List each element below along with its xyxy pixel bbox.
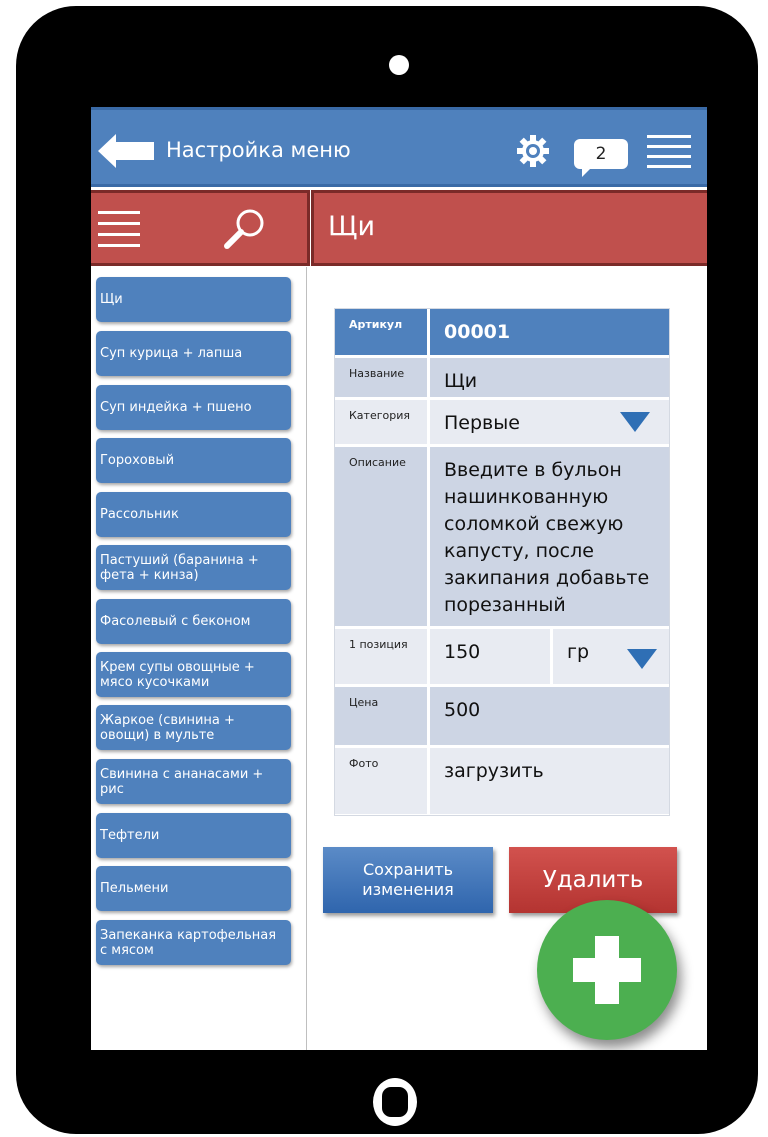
list-item[interactable]: Суп индейка + пшено [96,385,291,430]
unit-select[interactable]: гр [553,629,669,684]
gear-icon[interactable] [516,134,550,168]
unit-value: гр [567,641,590,663]
notifications-badge[interactable]: 2 [574,139,628,177]
portion-row: 1 позиция 150 гр [335,629,669,684]
top-bar: Настройка меню 2 [91,107,707,187]
upload-photo-link[interactable]: загрузить [430,748,669,814]
sidebar-header [91,190,310,266]
panel-divider [306,267,307,1050]
list-item[interactable]: Суп курица + лапша [96,331,291,376]
list-item[interactable]: Фасолевый с беконом [96,599,291,644]
list-item[interactable]: Запеканка картофельная с мясом [96,920,291,965]
list-item[interactable]: Гороховый [96,438,291,483]
category-value: Первые [444,412,520,434]
add-button[interactable] [537,900,677,1040]
list-item[interactable]: Тефтели [96,813,291,858]
description-row: Описание Введите в бульон нашинкованную … [335,447,669,626]
name-label: Название [335,358,427,397]
list-item[interactable]: Крем супы овощные + мясо кусочками [96,652,291,697]
category-select[interactable]: Первые [430,400,669,444]
search-icon[interactable] [222,205,268,251]
list-item[interactable]: Пельмени [96,866,291,911]
list-item[interactable]: Пастуший (баранина + фета + кинза) [96,545,291,590]
content-header: Щи [311,190,707,266]
camera [389,55,409,75]
hamburger-icon[interactable] [98,211,140,247]
dropdown-arrow-icon[interactable] [620,412,650,432]
plus-icon [573,936,641,1004]
name-field[interactable]: Щи [430,358,669,397]
list-item[interactable]: Жаркое (свинина + овощи) в мульте [96,705,291,750]
photo-label: Фото [335,748,427,814]
sku-row: Артикул 00001 [335,309,669,355]
portion-label: 1 позиция [335,629,427,684]
list-item[interactable]: Щи [96,277,291,322]
portion-field[interactable]: 150 [430,629,550,684]
dropdown-arrow-icon[interactable] [627,649,657,669]
item-title: Щи [328,211,376,242]
description-label: Описание [335,447,427,626]
sku-value[interactable]: 00001 [430,309,669,355]
description-field[interactable]: Введите в бульон нашинкованную соломкой … [430,447,669,626]
app-screen: Настройка меню 2 Щи Щи Суп курица + лапш… [91,107,707,1050]
price-row: Цена 500 [335,687,669,745]
save-button[interactable]: Сохранить изменения [323,847,493,913]
price-field[interactable]: 500 [430,687,669,745]
menu-icon[interactable] [647,134,691,168]
list-item[interactable]: Свинина с ананасами + рис [96,759,291,804]
category-label: Категория [335,400,427,444]
sku-label: Артикул [335,309,427,355]
back-arrow-icon[interactable] [98,134,154,168]
category-row: Категория Первые [335,400,669,444]
home-button[interactable] [373,1078,417,1126]
page-title: Настройка меню [166,138,351,162]
name-row: Название Щи [335,358,669,397]
list-item[interactable]: Рассольник [96,492,291,537]
dish-form: Артикул 00001 Название Щи Категория Перв… [334,308,670,816]
price-label: Цена [335,687,427,745]
photo-row: Фото загрузить [335,748,669,814]
